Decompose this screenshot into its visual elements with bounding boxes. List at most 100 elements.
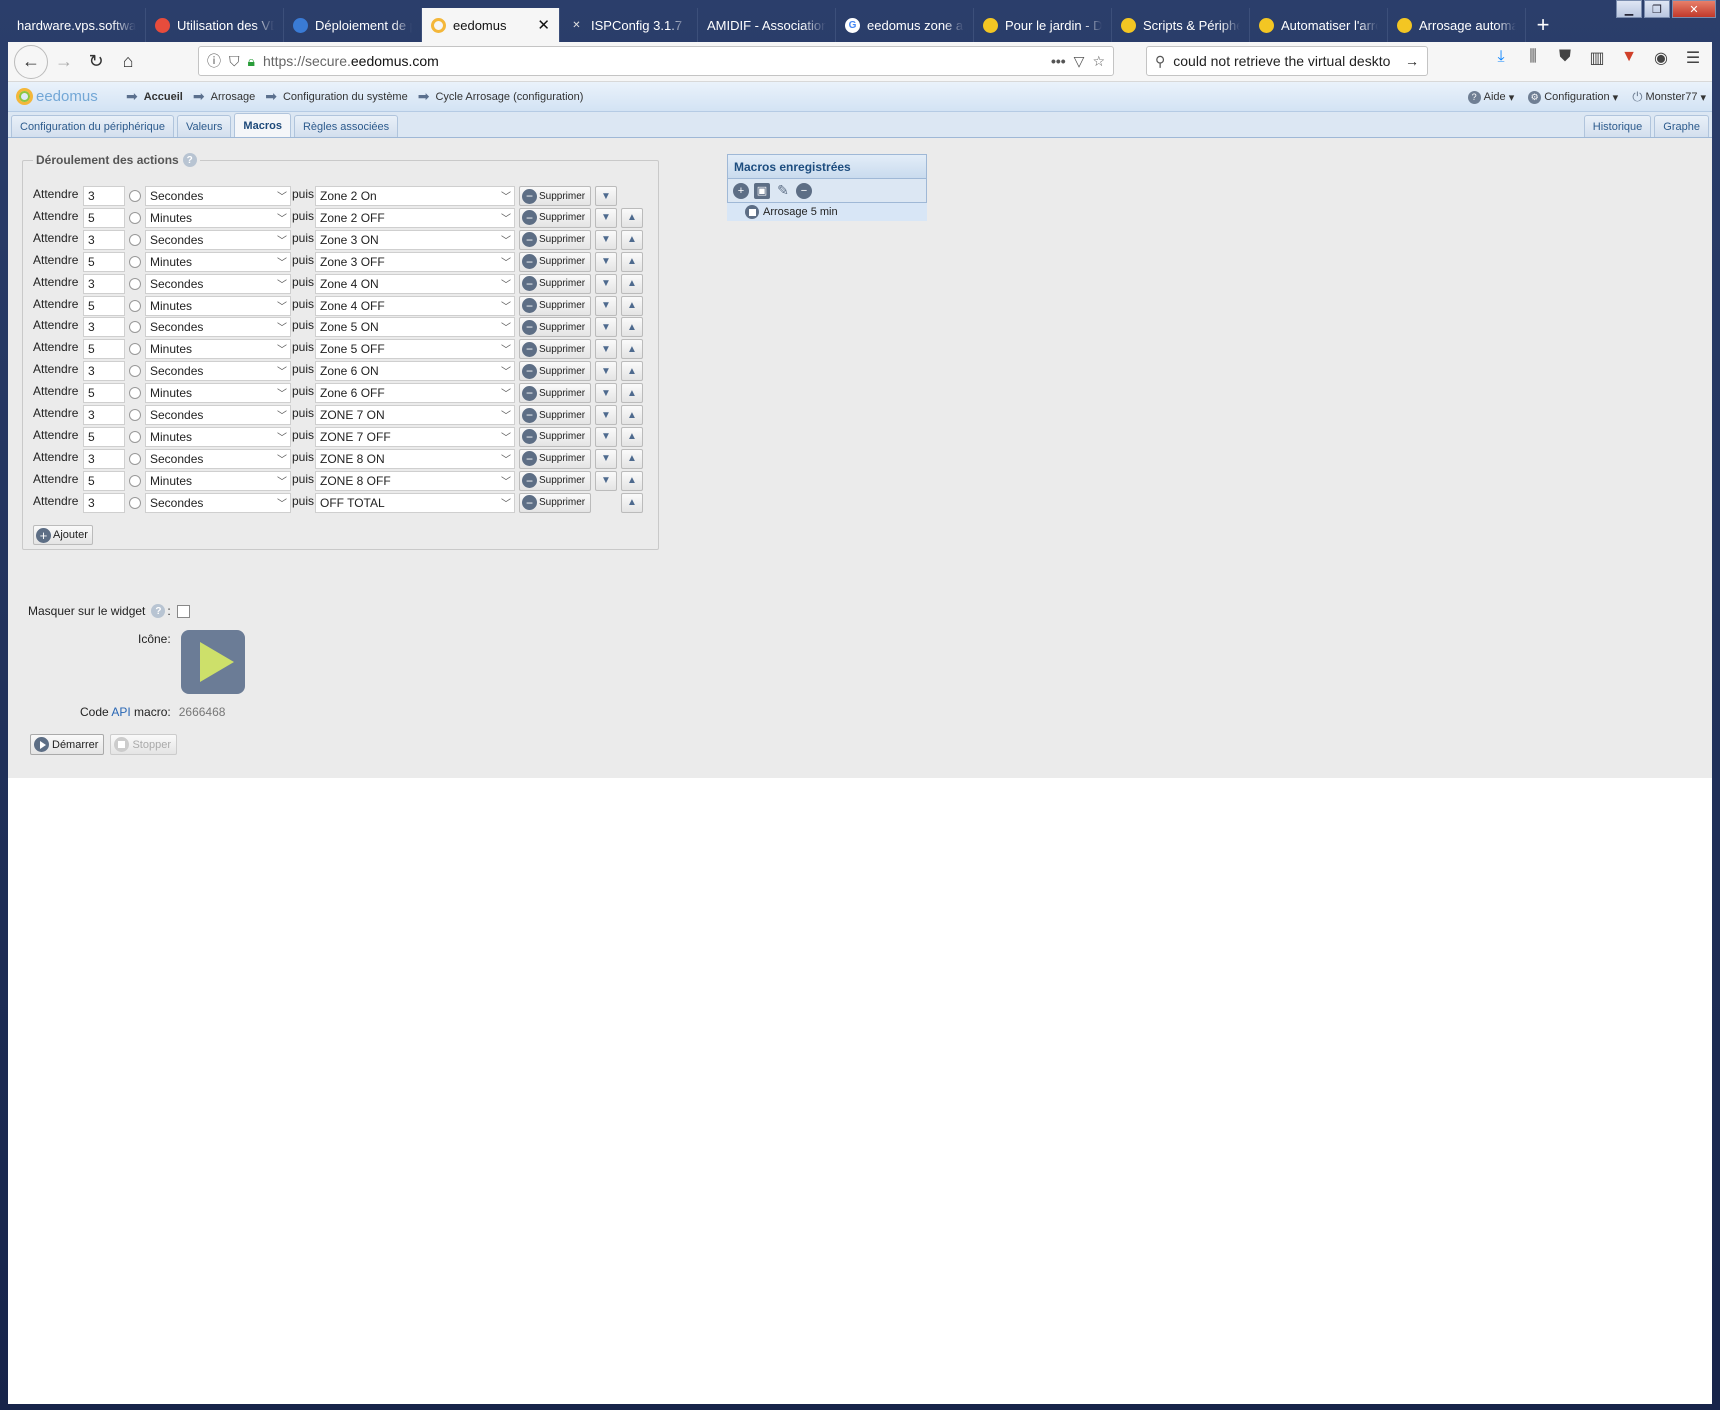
radio-button[interactable] [129, 343, 141, 356]
device-select[interactable]: ZONE 7 ON ﹀ [315, 405, 515, 425]
move-up-button[interactable]: ▲ [621, 317, 643, 338]
delete-action-button[interactable]: − Supprimer [519, 317, 591, 338]
move-up-button[interactable]: ▲ [621, 339, 643, 360]
unit-select[interactable]: Minutes ﹀ [145, 470, 291, 491]
device-select[interactable]: Zone 6 ON ﹀ [315, 361, 515, 382]
forward-button[interactable]: → [48, 46, 80, 78]
move-down-button[interactable]: ▼ [595, 448, 617, 469]
move-down-button[interactable]: ▼ [595, 383, 617, 404]
delete-action-button[interactable]: − Supprimer [519, 448, 591, 469]
tab-historique[interactable]: Historique [1583, 115, 1652, 137]
delete-action-button[interactable]: − Supprimer [519, 251, 591, 272]
wait-value-input[interactable]: 3 [83, 317, 125, 338]
pocket-icon[interactable]: ▽ [1074, 53, 1085, 70]
tab-r-gles-associ-es[interactable]: Règles associées [293, 115, 399, 137]
wait-value-input[interactable]: 5 [83, 383, 125, 404]
delete-action-button[interactable]: − Supprimer [519, 186, 591, 206]
device-select[interactable]: ZONE 7 OFF ﹀ [315, 426, 515, 447]
maximize-button[interactable]: ❐ [1644, 0, 1670, 18]
ublock-icon[interactable]: ⛊ [1554, 48, 1576, 68]
new-tab-button[interactable]: + [1526, 8, 1560, 42]
wait-value-input[interactable]: 5 [83, 295, 125, 316]
wait-value-input[interactable]: 5 [83, 207, 125, 228]
breadcrumb-item[interactable]: Cycle Arrosage (configuration) [435, 91, 583, 103]
move-down-button[interactable]: ▼ [595, 295, 617, 316]
move-up-button[interactable]: ▲ [621, 361, 643, 382]
stop-button[interactable]: Stopper [110, 734, 177, 755]
move-down-button[interactable]: ▼ [595, 273, 617, 294]
download-icon[interactable]: ⤓ [1490, 48, 1512, 68]
move-up-button[interactable]: ▲ [621, 405, 643, 425]
breadcrumb-item[interactable]: Arrosage [211, 91, 256, 103]
move-up-button[interactable]: ▲ [621, 229, 643, 250]
delete-action-button[interactable]: − Supprimer [519, 470, 591, 491]
move-up-button[interactable]: ▲ [621, 273, 643, 294]
radio-button[interactable] [129, 277, 141, 290]
breadcrumb-item[interactable]: Accueil [144, 91, 183, 103]
device-select[interactable]: Zone 3 OFF ﹀ [315, 251, 515, 272]
menu-icon[interactable]: ☰ [1682, 48, 1704, 68]
delete-action-button[interactable]: − Supprimer [519, 295, 591, 316]
device-select[interactable]: ZONE 8 ON ﹀ [315, 448, 515, 469]
move-down-button[interactable]: ▼ [595, 339, 617, 360]
move-up-button[interactable]: ▲ [621, 295, 643, 316]
device-select[interactable]: Zone 5 ON ﹀ [315, 317, 515, 338]
browser-tab[interactable]: Pour le jardin - Do [974, 8, 1112, 42]
delete-action-button[interactable]: − Supprimer [519, 339, 591, 360]
unit-select[interactable]: Secondes ﹀ [145, 361, 291, 382]
home-button[interactable]: ⌂ [112, 46, 144, 78]
device-select[interactable]: Zone 6 OFF ﹀ [315, 383, 515, 404]
move-down-button[interactable]: ▼ [595, 426, 617, 447]
account-icon[interactable]: ◉ [1650, 48, 1672, 68]
move-down-button[interactable]: ▼ [595, 405, 617, 425]
tab-graphe[interactable]: Graphe [1654, 115, 1709, 137]
move-down-button[interactable]: ▼ [595, 207, 617, 228]
saved-macro-item[interactable]: Arrosage 5 min [727, 203, 927, 221]
wait-value-input[interactable]: 3 [83, 405, 125, 425]
radio-button[interactable] [129, 387, 141, 400]
search-go-icon[interactable]: → [1405, 53, 1419, 69]
radio-button[interactable] [129, 452, 141, 465]
move-down-button[interactable]: ▼ [595, 361, 617, 382]
radio-button[interactable] [129, 365, 141, 378]
unit-select[interactable]: Secondes ﹀ [145, 186, 291, 206]
delete-action-button[interactable]: − Supprimer [519, 207, 591, 228]
wait-value-input[interactable]: 3 [83, 229, 125, 250]
tab-valeurs[interactable]: Valeurs [176, 115, 232, 137]
start-button[interactable]: Démarrer [30, 734, 105, 755]
browser-tab[interactable]: Automatiser l'arro [1250, 8, 1388, 42]
browser-tab[interactable]: AMIDIF - Association [698, 8, 836, 42]
unit-select[interactable]: Minutes ﹀ [145, 295, 291, 316]
wait-value-input[interactable]: 3 [83, 273, 125, 294]
radio-button[interactable] [129, 211, 141, 224]
page-actions-icon[interactable]: ••• [1051, 53, 1066, 69]
breadcrumb-item[interactable]: Configuration du système [283, 91, 408, 103]
move-up-button[interactable]: ▲ [621, 492, 643, 513]
wait-value-input[interactable]: 5 [83, 251, 125, 272]
radio-button[interactable] [129, 233, 141, 246]
wait-value-input[interactable]: 3 [83, 492, 125, 513]
wait-value-input[interactable]: 3 [83, 186, 125, 206]
add-macro-icon[interactable]: + [733, 182, 749, 199]
wait-value-input[interactable]: 5 [83, 339, 125, 360]
edit-pencil-icon[interactable]: ✎ [775, 182, 791, 199]
browser-tab[interactable]: Utilisation des VDI [146, 8, 284, 42]
delete-action-button[interactable]: − Supprimer [519, 229, 591, 250]
minimize-button[interactable]: ▁ [1616, 0, 1642, 18]
device-select[interactable]: Zone 2 On ﹀ [315, 186, 515, 206]
wait-value-input[interactable]: 3 [83, 361, 125, 382]
move-up-button[interactable]: ▲ [621, 448, 643, 469]
sidebar-icon[interactable]: ▥ [1586, 48, 1608, 68]
move-up-button[interactable]: ▲ [621, 470, 643, 491]
unit-select[interactable]: Minutes ﹀ [145, 383, 291, 404]
unit-select[interactable]: Secondes ﹀ [145, 448, 291, 469]
user-menu[interactable]: ⏻ Monster77 ▾ [1632, 89, 1706, 105]
close-tab-icon[interactable]: ✕ [537, 16, 550, 34]
info-icon[interactable]: ⓘ [207, 51, 221, 71]
library-icon[interactable]: ⫼ [1522, 48, 1544, 68]
browser-tab[interactable]: eedomus ✕ [422, 8, 560, 42]
device-select[interactable]: Zone 3 ON ﹀ [315, 229, 515, 250]
device-select[interactable]: ZONE 8 OFF ﹀ [315, 470, 515, 491]
remove-macro-icon[interactable]: − [796, 182, 812, 199]
hide-widget-checkbox[interactable] [176, 604, 190, 618]
